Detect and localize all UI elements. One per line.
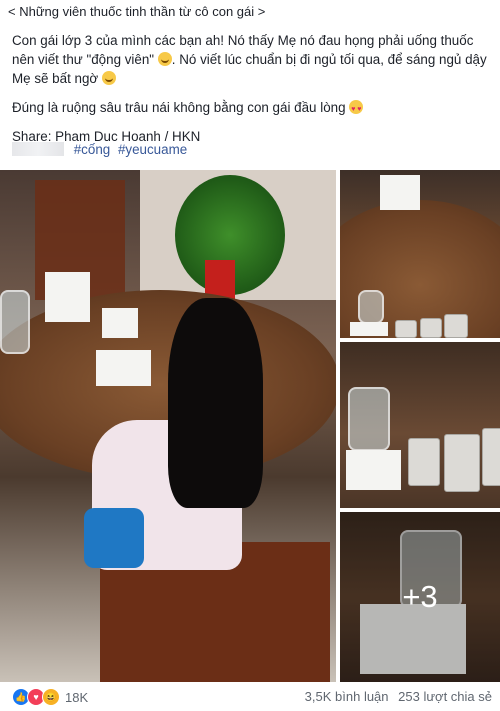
heart-eyes-emoji-icon [349,100,364,119]
pill-pack [408,438,440,486]
smile-emoji-icon [101,71,116,85]
pill-pack [444,314,468,338]
hair [168,298,263,508]
tissue-box [45,272,90,322]
post-text-part: Đúng là ruộng sâu trâu nái không bằng co… [12,100,346,115]
letter [346,450,401,490]
post-paragraph-2: Đúng là ruộng sâu trâu nái không bằng co… [12,98,490,119]
box [380,175,420,210]
smile-emoji-icon [157,52,172,66]
reactions[interactable]: 👍 ♥ 😆 18K [12,688,88,706]
pill-pack [482,428,500,486]
jar [0,290,30,354]
reaction-count: 18K [65,689,89,705]
haha-reaction-icon: 😆 [42,688,60,706]
thumb-photo-2[interactable] [340,342,500,508]
cup [102,308,138,338]
hashtag-line: #cống #yeucuame [12,142,191,157]
post-header[interactable]: < Những viên thuốc tinh thần từ cô con g… [8,4,265,19]
note [350,322,388,336]
glass [358,290,384,324]
hashtag-link[interactable]: #yeucuame [118,142,187,157]
shorts [84,508,144,568]
main-photo[interactable] [0,170,336,682]
comment-count-link[interactable]: 3,5K bình luận [305,689,389,704]
blurred-name [12,142,64,156]
thumb-photo-1[interactable] [340,170,500,338]
medicine-sheet [96,350,151,386]
post-body: Con gái lớp 3 của mình các bạn ah! Nó th… [12,31,490,156]
engagement-stats: 3,5K bình luận 253 lượt chia sẻ [299,689,492,704]
hashtag-link[interactable]: #cống [74,142,110,157]
share-count-link[interactable]: 253 lượt chia sẻ [398,689,492,704]
pill-pack [444,434,480,492]
pill-pack [395,320,417,338]
post-footer: 👍 ♥ 😆 18K 3,5K bình luận 253 lượt chia s… [0,684,500,711]
pill-pack [420,318,442,338]
more-photos-overlay[interactable]: +3 [340,512,500,682]
photo-grid: +3 [0,170,500,682]
post-paragraph-1: Con gái lớp 3 của mình các bạn ah! Nó th… [12,31,490,88]
glass [348,387,390,451]
